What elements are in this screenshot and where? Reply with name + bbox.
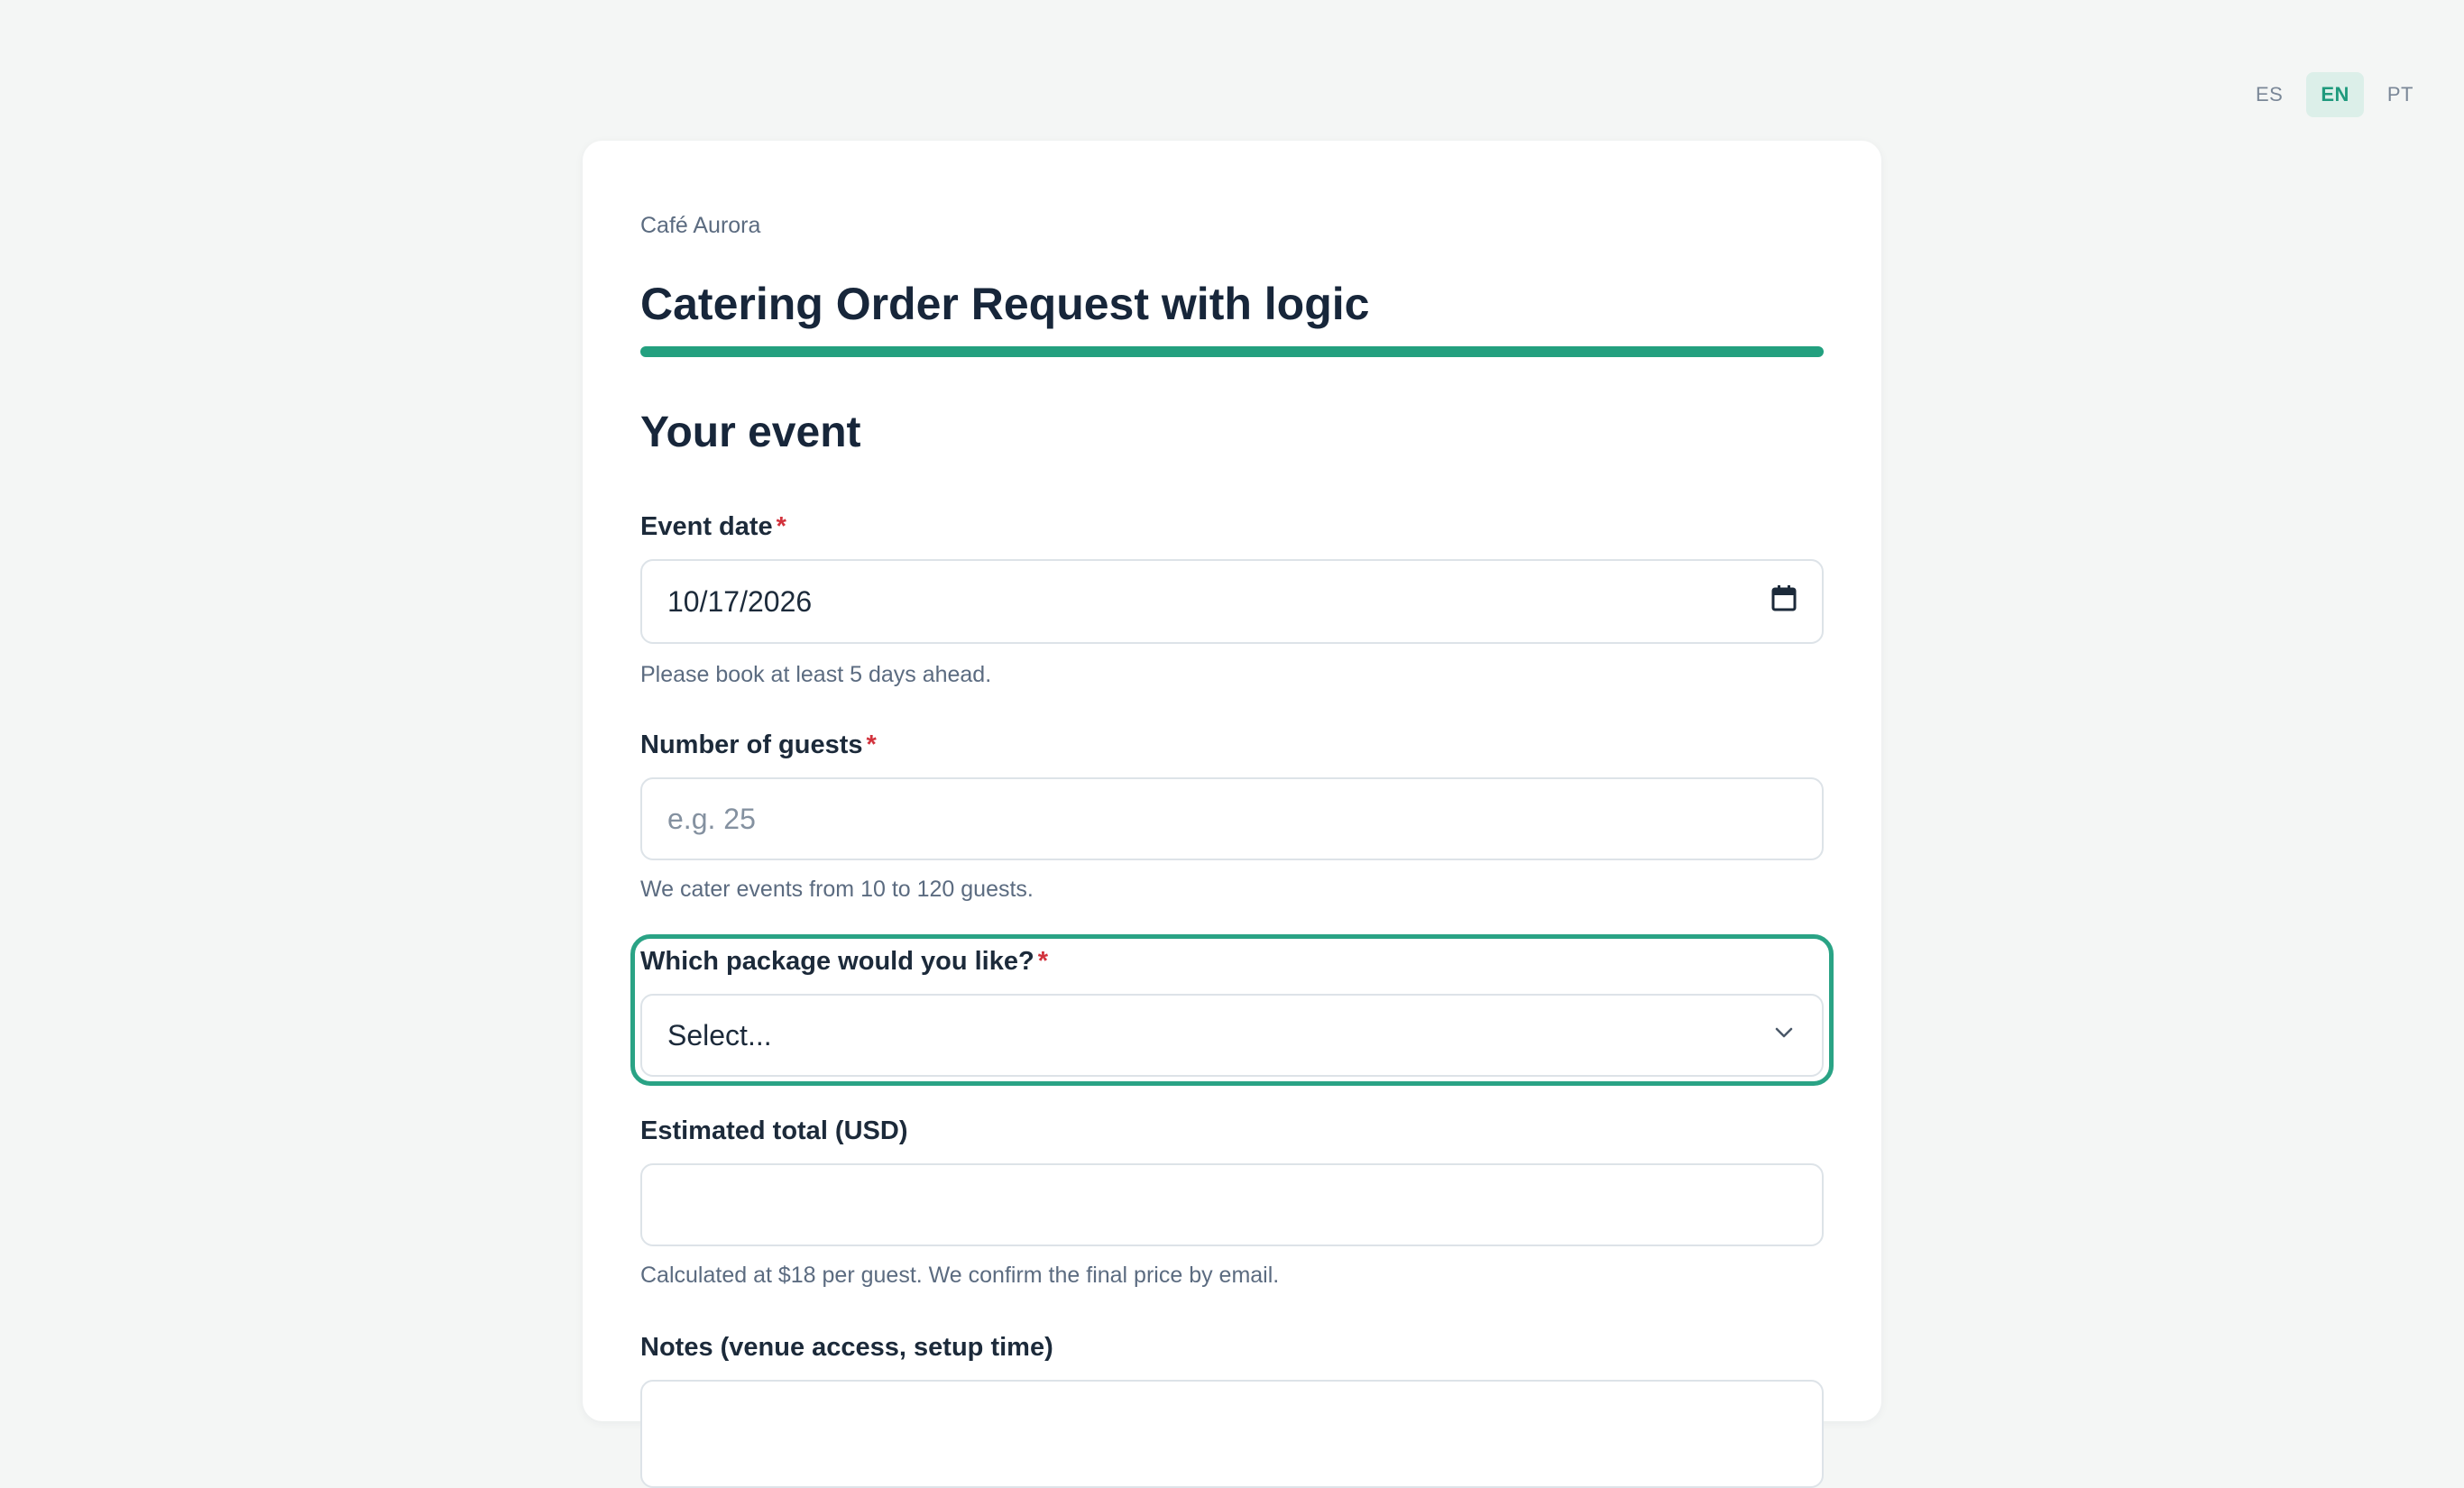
form-card: Café Aurora Catering Order Request with … [583, 141, 1881, 1488]
required-marker: * [1037, 947, 1048, 976]
event-date-hint: Please book at least 5 days ahead. [640, 662, 992, 687]
estimated-total-label: Estimated total (USD) [640, 1116, 908, 1145]
package-label: Which package would you like? * [640, 947, 1824, 977]
event-date-label-text: Event date [640, 512, 773, 541]
calendar-icon[interactable] [1771, 584, 1797, 619]
notes-textarea[interactable] [640, 1380, 1824, 1488]
chevron-down-icon [1771, 1019, 1797, 1052]
required-marker: * [776, 512, 786, 541]
form-title: Catering Order Request with logic [640, 279, 1370, 329]
required-marker: * [866, 730, 877, 759]
guests-input[interactable]: e.g. 25 [640, 777, 1824, 860]
guests-label-text: Number of guests [640, 730, 863, 759]
language-pt-button[interactable]: PT [2373, 72, 2428, 117]
event-date-value: 10/17/2026 [667, 584, 813, 618]
package-selected-value: Select... [667, 1018, 772, 1052]
package-select[interactable]: Select... [640, 994, 1824, 1077]
estimated-total-hint: Calculated at $18 per guest. We confirm … [640, 1263, 1280, 1288]
language-en-button[interactable]: EN [2306, 72, 2364, 117]
package-label-text: Which package would you like? [640, 947, 1034, 976]
estimated-total-input[interactable] [640, 1163, 1824, 1246]
language-switcher: ES EN PT [2241, 72, 2428, 117]
event-date-input[interactable]: 10/17/2026 [640, 559, 1824, 644]
event-date-label: Event date * [640, 512, 1824, 542]
guests-label: Number of guests * [640, 730, 1824, 760]
guests-placeholder: e.g. 25 [667, 802, 756, 835]
brand-name: Café Aurora [640, 213, 761, 238]
guests-hint: We cater events from 10 to 120 guests. [640, 877, 1034, 902]
section-title: Your event [640, 409, 861, 456]
progress-bar [640, 346, 1824, 357]
language-es-button[interactable]: ES [2241, 72, 2297, 117]
notes-label: Notes (venue access, setup time) [640, 1333, 1053, 1362]
